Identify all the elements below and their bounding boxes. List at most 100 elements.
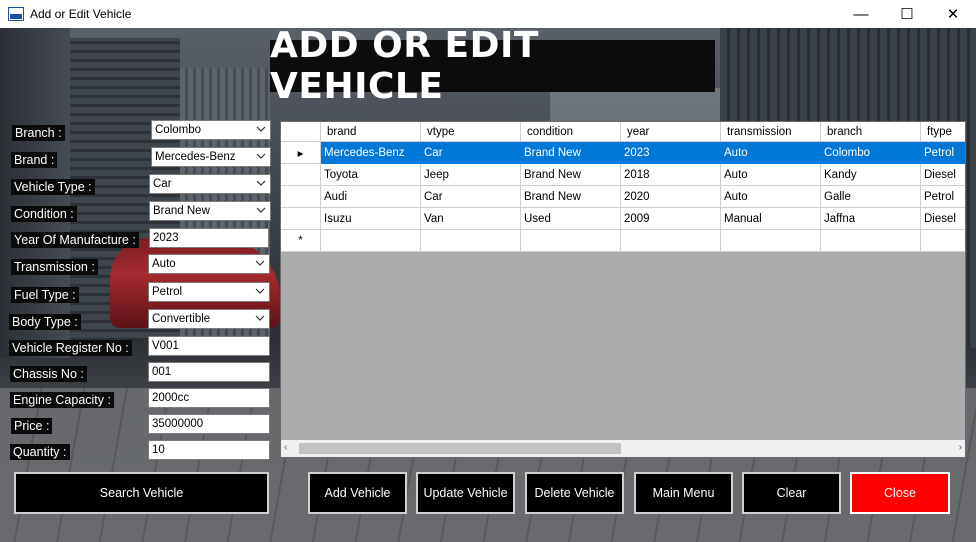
column-header-transmission[interactable]: transmission	[721, 122, 821, 142]
fuel-type-select[interactable]: Petrol	[148, 282, 270, 302]
quantity-input[interactable]: 10	[148, 440, 270, 460]
window-title: Add or Edit Vehicle	[30, 7, 132, 21]
chassis-label: Chassis No :	[10, 366, 87, 382]
scrollbar-thumb[interactable]	[299, 443, 621, 454]
update-vehicle-button[interactable]: Update Vehicle	[416, 472, 515, 514]
register-no-input[interactable]: V001	[148, 336, 270, 356]
table-cell[interactable]: Brand New	[521, 164, 621, 186]
new-row-icon[interactable]: *	[281, 230, 321, 252]
scroll-right-icon[interactable]: ›	[950, 442, 962, 455]
column-header-year[interactable]: year	[621, 122, 721, 142]
chevron-down-icon	[255, 288, 265, 294]
condition-select[interactable]: Brand New	[149, 201, 271, 221]
table-row[interactable]: Isuzu Van Used 2009 Manual Jaffna Diesel	[281, 208, 965, 230]
table-cell[interactable]	[721, 230, 821, 252]
table-cell[interactable]: Car	[421, 142, 521, 164]
table-cell[interactable]: Diesel	[921, 164, 965, 186]
table-cell[interactable]: 2020	[621, 186, 721, 208]
table-row[interactable]: Toyota Jeep Brand New 2018 Auto Kandy Di…	[281, 164, 965, 186]
fuel-type-label: Fuel Type :	[11, 287, 79, 303]
close-icon: ✕	[946, 6, 960, 23]
table-cell[interactable]: Diesel	[921, 208, 965, 230]
body-type-select[interactable]: Convertible	[148, 309, 270, 329]
delete-vehicle-button[interactable]: Delete Vehicle	[525, 472, 624, 514]
table-cell[interactable]: 2018	[621, 164, 721, 186]
brand-select[interactable]: Mercedes-Benz	[151, 147, 271, 167]
maximize-icon: ☐	[900, 6, 914, 23]
year-input[interactable]: 2023	[149, 228, 269, 248]
table-cell[interactable]	[821, 230, 921, 252]
transmission-select[interactable]: Auto	[148, 254, 270, 274]
table-cell[interactable]: Used	[521, 208, 621, 230]
row-header-cell[interactable]	[281, 208, 321, 230]
table-cell[interactable]: Petrol	[921, 186, 965, 208]
table-cell[interactable]: Jaffna	[821, 208, 921, 230]
clear-button[interactable]: Clear	[742, 472, 841, 514]
vehicle-grid[interactable]: brand vtype condition year transmission …	[280, 121, 966, 458]
table-cell[interactable]: 2009	[621, 208, 721, 230]
body-type-label: Body Type :	[9, 314, 81, 330]
table-cell[interactable]: Mercedes-Benz	[321, 142, 421, 164]
close-window-button[interactable]: ✕	[930, 0, 976, 28]
row-selected-icon[interactable]: ▸	[281, 142, 321, 164]
maximize-button[interactable]: ☐	[884, 0, 930, 28]
add-vehicle-button[interactable]: Add Vehicle	[308, 472, 407, 514]
column-header-branch[interactable]: branch	[821, 122, 921, 142]
engine-capacity-input-value: 2000cc	[152, 392, 190, 404]
table-cell[interactable]: Auto	[721, 142, 821, 164]
table-cell[interactable]: Brand New	[521, 142, 621, 164]
chevron-down-icon	[256, 126, 266, 132]
table-cell[interactable]: Brand New	[521, 186, 621, 208]
condition-label: Condition :	[11, 206, 77, 222]
scroll-left-icon[interactable]: ‹	[284, 442, 296, 455]
horizontal-scrollbar[interactable]: ‹ ›	[281, 440, 965, 457]
table-cell[interactable]	[621, 230, 721, 252]
table-cell[interactable]: Auto	[721, 164, 821, 186]
table-cell[interactable]: Car	[421, 186, 521, 208]
grid-corner-cell[interactable]	[281, 122, 321, 142]
table-cell[interactable]: Manual	[721, 208, 821, 230]
fuel-type-select-value: Petrol	[152, 286, 183, 298]
table-cell[interactable]	[521, 230, 621, 252]
row-header-cell[interactable]	[281, 164, 321, 186]
search-vehicle-button[interactable]: Search Vehicle	[14, 472, 269, 514]
table-cell[interactable]: Colombo	[821, 142, 921, 164]
price-input[interactable]: 35000000	[148, 414, 270, 434]
column-header-brand[interactable]: brand	[321, 122, 421, 142]
table-row[interactable]: ▸ Mercedes-Benz Car Brand New 2023 Auto …	[281, 142, 965, 164]
column-header-ftype[interactable]: ftype	[921, 122, 965, 142]
engine-capacity-input[interactable]: 2000cc	[148, 388, 270, 408]
column-header-condition[interactable]: condition	[521, 122, 621, 142]
chevron-down-icon	[256, 180, 266, 186]
branch-select[interactable]: Colombo	[151, 120, 271, 140]
year-input-value: 2023	[153, 232, 179, 244]
table-cell[interactable]: Isuzu	[321, 208, 421, 230]
table-cell[interactable]	[421, 230, 521, 252]
body-type-select-value: Convertible	[152, 313, 211, 325]
table-cell[interactable]: Auto	[721, 186, 821, 208]
register-no-label: Vehicle Register No :	[9, 340, 132, 356]
table-cell[interactable]: Petrol	[921, 142, 965, 164]
chassis-input[interactable]: 001	[148, 362, 270, 382]
table-cell[interactable]	[321, 230, 421, 252]
brand-label: Brand :	[11, 152, 58, 168]
table-cell[interactable]: Galle	[821, 186, 921, 208]
close-button[interactable]: Close	[850, 472, 950, 514]
quantity-label: Quantity :	[10, 444, 70, 460]
table-cell[interactable]	[921, 230, 965, 252]
table-cell[interactable]: Van	[421, 208, 521, 230]
table-cell[interactable]: Kandy	[821, 164, 921, 186]
table-cell[interactable]: Toyota	[321, 164, 421, 186]
table-cell[interactable]: Jeep	[421, 164, 521, 186]
chevron-down-icon	[256, 153, 266, 159]
minimize-button[interactable]: —	[838, 0, 884, 28]
chassis-input-value: 001	[152, 366, 172, 378]
row-header-cell[interactable]	[281, 186, 321, 208]
main-menu-button[interactable]: Main Menu	[634, 472, 733, 514]
vehicle-type-select[interactable]: Car	[149, 174, 271, 194]
table-cell[interactable]: 2023	[621, 142, 721, 164]
new-table-row[interactable]: *	[281, 230, 965, 252]
table-cell[interactable]: Audi	[321, 186, 421, 208]
column-header-vtype[interactable]: vtype	[421, 122, 521, 142]
table-row[interactable]: Audi Car Brand New 2020 Auto Galle Petro…	[281, 186, 965, 208]
